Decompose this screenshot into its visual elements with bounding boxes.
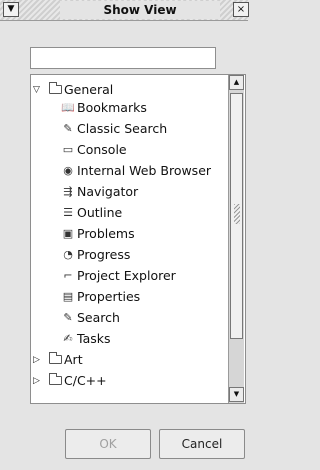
tree-item-label: Internal Web Browser bbox=[77, 163, 212, 178]
tree-item-navigator[interactable]: ⇶ Navigator bbox=[61, 181, 138, 202]
view-tree[interactable]: ▽ General 📖 Bookmarks ✎ Classic Search ▭… bbox=[30, 74, 246, 404]
tree-item-project-explorer[interactable]: ⌐ Project Explorer bbox=[61, 265, 176, 286]
vertical-scrollbar[interactable]: ▲ ▼ bbox=[228, 75, 244, 403]
outline-icon: ☰ bbox=[63, 206, 73, 219]
ok-button[interactable]: OK bbox=[65, 429, 151, 459]
search-icon: ✎ bbox=[63, 311, 73, 324]
tree-item-internal-web-browser[interactable]: ◉ Internal Web Browser bbox=[61, 160, 211, 181]
tree-item-label: Progress bbox=[77, 247, 131, 262]
tree-item-label: Outline bbox=[77, 205, 123, 220]
tree-item-label: Project Explorer bbox=[77, 268, 176, 283]
tree-item-tasks[interactable]: ✍ Tasks bbox=[61, 328, 111, 349]
folder-icon bbox=[49, 352, 62, 364]
progress-icon: ◔ bbox=[63, 248, 73, 261]
folder-icon bbox=[49, 373, 62, 385]
tree-item-label: Properties bbox=[77, 289, 141, 304]
collapsed-twisty-icon[interactable]: ▷ bbox=[33, 355, 43, 365]
project-explorer-icon: ⌐ bbox=[63, 269, 73, 282]
tree-item-label: Search bbox=[77, 310, 120, 325]
console-icon: ▭ bbox=[62, 143, 74, 156]
properties-icon: ▤ bbox=[62, 290, 74, 303]
tree-item-outline[interactable]: ☰ Outline bbox=[61, 202, 122, 223]
tree-category-label: Art bbox=[64, 352, 83, 367]
tree-category-cpp[interactable]: ▷ C/C++ bbox=[33, 370, 107, 391]
cancel-button[interactable]: Cancel bbox=[159, 429, 245, 459]
navigator-icon: ⇶ bbox=[63, 185, 73, 198]
chevron-down-icon[interactable]: ▼ bbox=[3, 2, 19, 17]
tree-category-label: C/C++ bbox=[64, 373, 107, 388]
tree-item-problems[interactable]: ▣ Problems bbox=[61, 223, 135, 244]
scrollbar-thumb[interactable] bbox=[230, 93, 243, 339]
close-icon[interactable]: × bbox=[233, 2, 249, 17]
problems-icon: ▣ bbox=[62, 227, 74, 240]
tree-item-progress[interactable]: ◔ Progress bbox=[61, 244, 130, 265]
tree-item-label: Navigator bbox=[77, 184, 139, 199]
scroll-up-arrow-icon[interactable]: ▲ bbox=[229, 75, 244, 90]
tree-item-label: Console bbox=[77, 142, 127, 157]
tree-item-search[interactable]: ✎ Search bbox=[61, 307, 120, 328]
tree-item-label: Tasks bbox=[77, 331, 111, 346]
tree-item-label: Problems bbox=[77, 226, 135, 241]
filter-input[interactable] bbox=[30, 47, 216, 69]
scroll-down-arrow-icon[interactable]: ▼ bbox=[229, 387, 244, 402]
collapsed-twisty-icon[interactable]: ▷ bbox=[33, 376, 43, 386]
bookmarks-icon: 📖 bbox=[61, 101, 75, 114]
tree-category-label: General bbox=[64, 82, 114, 97]
tree-item-console[interactable]: ▭ Console bbox=[61, 139, 127, 160]
expanded-twisty-icon[interactable]: ▽ bbox=[33, 85, 43, 95]
scrollbar-grip-icon bbox=[234, 204, 240, 224]
tree-category-art[interactable]: ▷ Art bbox=[33, 349, 83, 370]
tasks-icon: ✍ bbox=[63, 332, 73, 345]
window-title: Show View bbox=[60, 1, 220, 19]
tree-item-properties[interactable]: ▤ Properties bbox=[61, 286, 140, 307]
tree-item-bookmarks[interactable]: 📖 Bookmarks bbox=[61, 97, 147, 118]
tree-item-label: Classic Search bbox=[77, 121, 168, 136]
folder-open-icon bbox=[49, 82, 62, 94]
tree-item-label: Bookmarks bbox=[77, 100, 147, 115]
classic-search-icon: ✎ bbox=[63, 122, 73, 135]
title-bar: ▼ Show View × bbox=[0, 0, 249, 21]
tree-item-classic-search[interactable]: ✎ Classic Search bbox=[61, 118, 167, 139]
web-browser-icon: ◉ bbox=[63, 164, 73, 177]
